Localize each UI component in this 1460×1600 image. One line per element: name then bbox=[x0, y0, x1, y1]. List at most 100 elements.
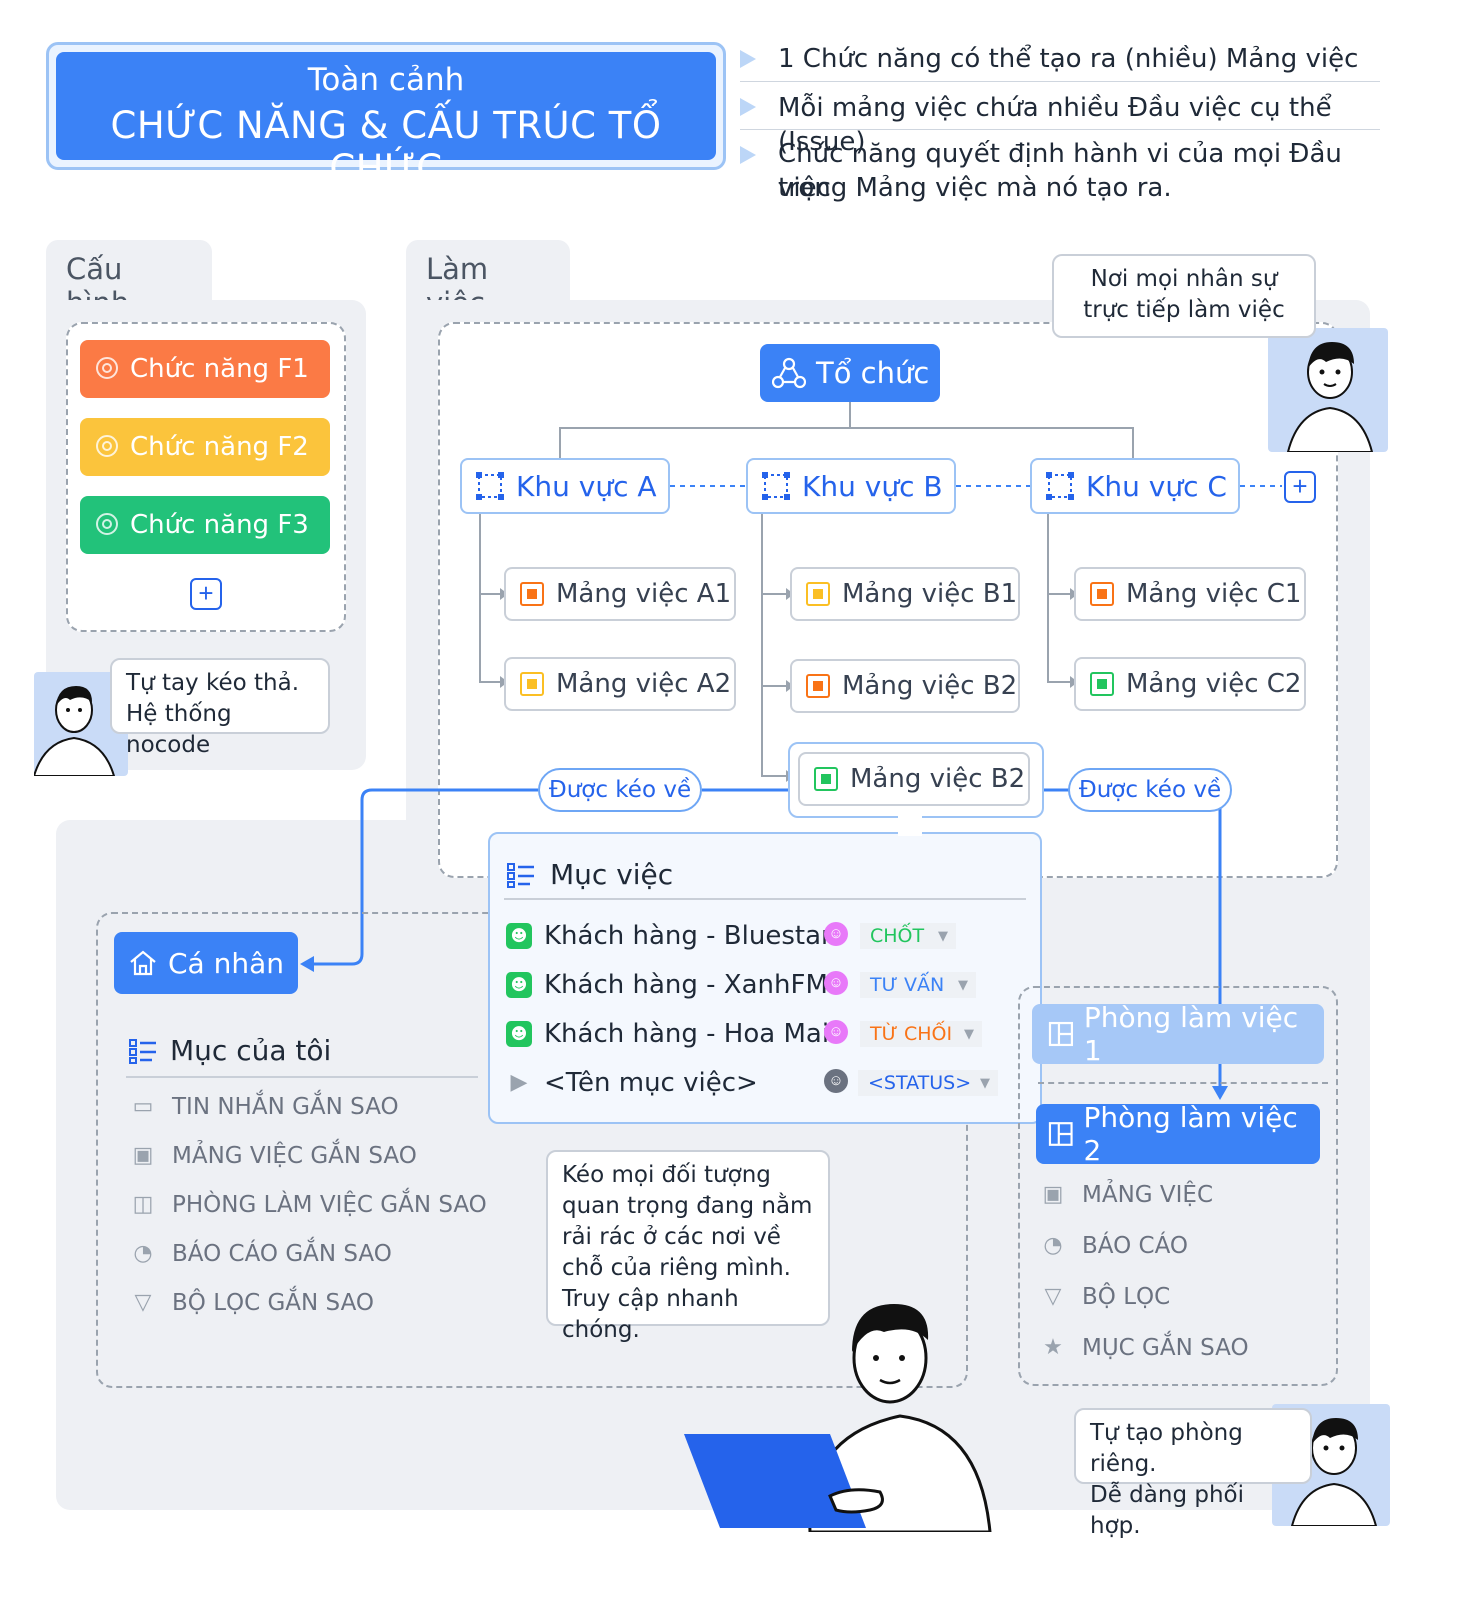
org-network-icon bbox=[772, 357, 806, 389]
room-1-button[interactable]: Phòng làm việc 1 bbox=[1032, 1001, 1324, 1067]
room-menu-workstreams[interactable]: ▣ MẢNG VIỆC bbox=[1040, 1182, 1213, 1208]
filter-icon: ▽ bbox=[134, 1290, 152, 1315]
workstream-a1[interactable]: Mảng việc A1 bbox=[504, 567, 736, 621]
workstream-b1[interactable]: Mảng việc B1 bbox=[790, 567, 1020, 621]
area-select-icon bbox=[476, 472, 504, 500]
bubble-line: trực tiếp làm việc bbox=[1083, 297, 1285, 323]
area-select-icon bbox=[762, 472, 790, 500]
menu-label: PHÒNG LÀM VIỆC GẮN SAO bbox=[172, 1192, 487, 1218]
working-speech-bubble: Nơi mọi nhân sự trực tiếp làm việc bbox=[1052, 254, 1316, 338]
menu-starred-rooms[interactable]: ◫ PHÒNG LÀM VIỆC GẮN SAO bbox=[130, 1192, 487, 1218]
list-icon bbox=[129, 1038, 156, 1064]
divider bbox=[126, 1076, 478, 1078]
room-menu-reports[interactable]: ◔ BÁO CÁO bbox=[1040, 1233, 1188, 1259]
item-name: <Tên mục việc> bbox=[544, 1068, 758, 1098]
workstream-label: Mảng việc B2 bbox=[842, 671, 1018, 701]
menu-starred-workstreams[interactable]: ▣ MẢNG VIỆC GẮN SAO bbox=[130, 1143, 417, 1169]
status-dropdown[interactable]: <STATUS> ▼ bbox=[858, 1070, 998, 1096]
personal-button[interactable]: Cá nhân bbox=[114, 932, 298, 994]
workstream-c1[interactable]: Mảng việc C1 bbox=[1074, 567, 1306, 621]
bubble-line: chỗ của riêng mình. bbox=[562, 1255, 791, 1281]
menu-label: MẢNG VIỆC bbox=[1082, 1182, 1214, 1208]
add-area-button[interactable]: + bbox=[1284, 471, 1316, 503]
assignee-avatar: ☺ bbox=[824, 971, 848, 995]
status-dropdown[interactable]: TỪ CHỐI ▼ bbox=[860, 1021, 982, 1047]
menu-label: BÁO CÁO bbox=[1082, 1233, 1189, 1259]
assignee-avatar: ☺ bbox=[824, 1069, 848, 1093]
customer-icon: ☻ bbox=[506, 972, 532, 998]
area-a-node[interactable]: Khu vực A bbox=[460, 458, 670, 514]
status-dropdown[interactable]: TƯ VẤN ▼ bbox=[860, 972, 976, 998]
customer-icon: ☻ bbox=[506, 923, 532, 949]
area-b-node[interactable]: Khu vực B bbox=[746, 458, 956, 514]
workstream-label: Mảng việc C2 bbox=[1126, 669, 1302, 699]
item-row[interactable]: ☻ Khách hàng - Hoa Mai bbox=[506, 1014, 829, 1054]
bubble-line: Dễ dàng phối hợp. bbox=[1090, 1482, 1244, 1539]
workstream-label: Mảng việc B1 bbox=[842, 579, 1018, 609]
area-label: Khu vực A bbox=[516, 469, 657, 503]
item-name: Khách hàng - Hoa Mai bbox=[544, 1019, 830, 1049]
workstream-a2[interactable]: Mảng việc A2 bbox=[504, 657, 736, 711]
bubble-line: quan trọng đang nằm bbox=[562, 1193, 813, 1219]
workstream-icon bbox=[806, 674, 830, 698]
status-dropdown[interactable]: CHỐT ▼ bbox=[860, 923, 956, 949]
menu-starred-reports[interactable]: ◔ BÁO CÁO GẮN SAO bbox=[130, 1241, 392, 1267]
item-row[interactable]: ▶ <Tên mục việc> bbox=[506, 1063, 758, 1103]
pulled-label-left: Được kéo về bbox=[538, 768, 702, 812]
item-row[interactable]: ☻ Khách hàng - Bluestar bbox=[506, 916, 832, 956]
menu-starred-messages[interactable]: ▭ TIN NHẮN GẮN SAO bbox=[130, 1094, 399, 1120]
laptop-user-illustration-icon bbox=[684, 1304, 992, 1532]
area-c-node[interactable]: Khu vực C bbox=[1030, 458, 1240, 514]
status-label: TỪ CHỐI bbox=[870, 1023, 953, 1045]
room-layout-icon bbox=[1048, 1021, 1074, 1047]
my-items-heading: Mục của tôi bbox=[128, 1034, 331, 1067]
workstream-icon bbox=[814, 767, 838, 791]
play-icon: ▶ bbox=[510, 1070, 528, 1095]
workstream-label: Mảng việc A2 bbox=[556, 669, 732, 699]
room-menu-filters[interactable]: ▽ BỘ LỌC bbox=[1040, 1284, 1171, 1310]
chevron-down-icon: ▼ bbox=[980, 1075, 990, 1091]
workstream-icon: ▣ bbox=[132, 1143, 154, 1168]
menu-starred-filters[interactable]: ▽ BỘ LỌC GẮN SAO bbox=[130, 1290, 374, 1316]
user-avatar bbox=[1268, 328, 1388, 453]
item-name: Khách hàng - Bluestar bbox=[544, 921, 832, 951]
menu-label: MỤC GẮN SAO bbox=[1082, 1335, 1249, 1361]
org-node[interactable]: Tổ chức bbox=[760, 344, 940, 402]
items-heading: Mục việc bbox=[506, 858, 673, 891]
area-label: Khu vực C bbox=[1086, 469, 1227, 503]
area-select-icon bbox=[1046, 472, 1074, 500]
home-icon bbox=[130, 950, 156, 976]
workstream-icon: ▣ bbox=[1042, 1182, 1064, 1207]
status-label: <STATUS> bbox=[868, 1072, 972, 1094]
pie-chart-icon: ◔ bbox=[133, 1241, 153, 1266]
bubble-line: Kéo mọi đối tượng bbox=[562, 1162, 771, 1188]
assignee-avatar: ☺ bbox=[824, 922, 848, 946]
item-row[interactable]: ☻ Khách hàng - XanhFM bbox=[506, 965, 828, 1005]
card-notch bbox=[898, 814, 922, 836]
bubble-line: Tự tạo phòng riêng. bbox=[1090, 1420, 1243, 1477]
workstream-c2[interactable]: Mảng việc C2 bbox=[1074, 657, 1306, 711]
status-label: TƯ VẤN bbox=[870, 974, 945, 996]
star-icon: ★ bbox=[1043, 1335, 1063, 1360]
room-layout-icon: ◫ bbox=[132, 1192, 154, 1217]
workstream-b2[interactable]: Mảng việc B2 bbox=[790, 659, 1020, 713]
items-title: Mục việc bbox=[550, 858, 674, 891]
workstream-icon bbox=[1090, 672, 1114, 696]
divider bbox=[1038, 1082, 1328, 1084]
rooms-speech-bubble: Tự tạo phòng riêng. Dễ dàng phối hợp. bbox=[1074, 1408, 1312, 1539]
bubble-line: rải rác ở các nơi về bbox=[562, 1224, 781, 1250]
workstream-icon bbox=[520, 672, 544, 696]
chevron-down-icon: ▼ bbox=[958, 977, 968, 993]
menu-label: MẢNG VIỆC GẮN SAO bbox=[172, 1143, 417, 1169]
workstream-label: Mảng việc B2 bbox=[850, 764, 1026, 794]
workstream-b2-selected[interactable]: Mảng việc B2 bbox=[798, 752, 1030, 806]
menu-label: BÁO CÁO GẮN SAO bbox=[172, 1241, 392, 1267]
menu-label: BỘ LỌC bbox=[1082, 1284, 1171, 1310]
filter-icon: ▽ bbox=[1044, 1284, 1062, 1309]
my-items-title: Mục của tôi bbox=[170, 1034, 332, 1067]
workstream-icon bbox=[1090, 582, 1114, 606]
area-label: Khu vực B bbox=[802, 469, 943, 503]
room-2-button[interactable]: Phòng làm việc 2 bbox=[1036, 1101, 1320, 1167]
chevron-down-icon: ▼ bbox=[964, 1026, 974, 1042]
room-menu-starred[interactable]: ★ MỤC GẮN SAO bbox=[1040, 1335, 1249, 1361]
